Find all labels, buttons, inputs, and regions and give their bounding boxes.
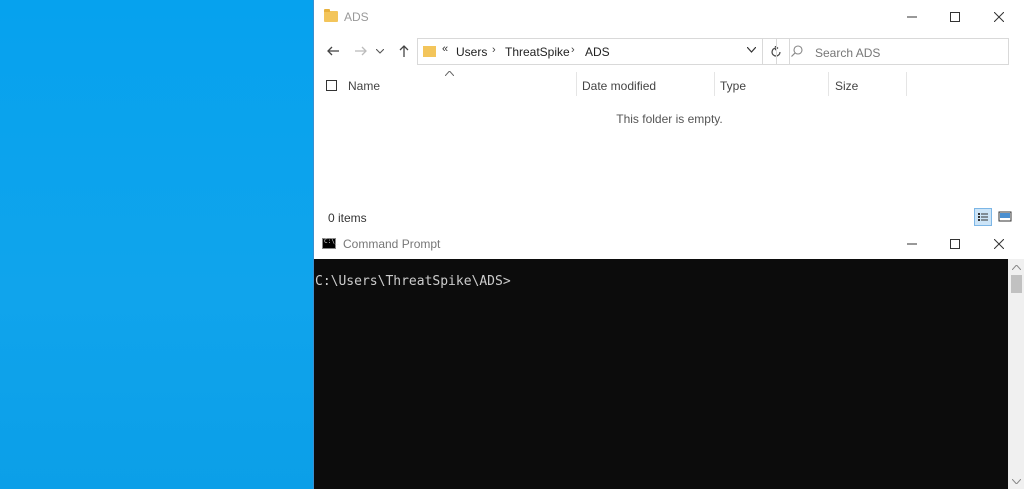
minimize-button[interactable]	[889, 0, 935, 34]
console-icon	[322, 238, 338, 249]
command-prompt-window: Command Prompt C:\Users\ThreatSpike\ADS>	[313, 229, 1024, 489]
explorer-title: ADS	[344, 10, 369, 24]
console-prompt[interactable]: C:\Users\ThreatSpike\ADS>	[315, 274, 511, 289]
breadcrumb-ads[interactable]: ADS	[585, 45, 610, 59]
minimize-icon	[907, 243, 917, 245]
empty-folder-message: This folder is empty.	[616, 112, 723, 126]
cmd-title: Command Prompt	[343, 237, 441, 251]
address-dropdown-button[interactable]	[746, 45, 757, 56]
column-name[interactable]: Name	[348, 79, 380, 103]
sort-ascending-icon	[444, 68, 455, 78]
scroll-up-icon[interactable]	[1011, 263, 1022, 272]
folder-icon	[423, 46, 436, 57]
chevron-down-icon	[746, 46, 757, 53]
back-arrow-icon	[327, 46, 339, 56]
breadcrumb-threatspike[interactable]: ThreatSpike	[505, 45, 570, 59]
scroll-down-icon[interactable]	[1011, 477, 1022, 486]
details-view-button[interactable]	[974, 208, 992, 226]
large-icons-view-icon	[998, 211, 1012, 222]
forward-arrow-icon	[355, 46, 367, 56]
column-divider[interactable]	[714, 72, 715, 96]
close-icon	[994, 239, 1004, 249]
close-icon	[994, 12, 1004, 22]
search-placeholder: Search ADS	[815, 46, 881, 60]
maximize-icon	[950, 12, 960, 22]
breadcrumb-overflow[interactable]: «	[442, 43, 448, 55]
column-divider[interactable]	[906, 72, 907, 96]
back-button[interactable]	[322, 40, 344, 62]
search-icon	[791, 45, 803, 60]
maximize-button[interactable]	[932, 0, 978, 34]
recent-locations-button[interactable]	[373, 40, 387, 62]
maximize-icon	[950, 239, 960, 249]
details-view-icon	[978, 213, 988, 221]
large-icons-view-button[interactable]	[997, 208, 1015, 226]
column-type[interactable]: Type	[720, 79, 746, 103]
address-bar[interactable]: « Users › ThreatSpike › ADS	[417, 38, 763, 65]
scrollbar-thumb[interactable]	[1011, 275, 1022, 293]
search-box[interactable]: Search ADS	[776, 38, 1009, 65]
column-date-modified[interactable]: Date modified	[582, 79, 656, 103]
close-button[interactable]	[976, 0, 1022, 34]
cmd-titlebar[interactable]: Command Prompt	[314, 229, 1024, 259]
breadcrumb-users[interactable]: Users	[456, 45, 487, 59]
status-item-count: 0 items	[328, 211, 367, 225]
cmd-minimize-button[interactable]	[889, 229, 935, 259]
forward-button[interactable]	[350, 40, 372, 62]
cmd-close-button[interactable]	[976, 229, 1022, 259]
cmd-maximize-button[interactable]	[932, 229, 978, 259]
file-explorer-window: ADS « Users › ThreatSpike › ADS Search A…	[313, 0, 1024, 232]
minimize-icon	[907, 16, 917, 18]
explorer-titlebar[interactable]: ADS	[314, 0, 1024, 36]
up-arrow-icon	[399, 45, 409, 57]
chevron-down-icon	[376, 48, 384, 54]
up-button[interactable]	[393, 40, 415, 62]
breadcrumb-separator-icon[interactable]: ›	[492, 44, 496, 56]
column-divider[interactable]	[828, 72, 829, 96]
breadcrumb-separator-icon[interactable]: ›	[571, 44, 575, 56]
select-all-checkbox[interactable]	[326, 80, 337, 91]
column-size[interactable]: Size	[835, 79, 858, 103]
console-scrollbar[interactable]	[1008, 259, 1024, 489]
column-divider[interactable]	[576, 72, 577, 96]
folder-icon	[324, 9, 338, 22]
